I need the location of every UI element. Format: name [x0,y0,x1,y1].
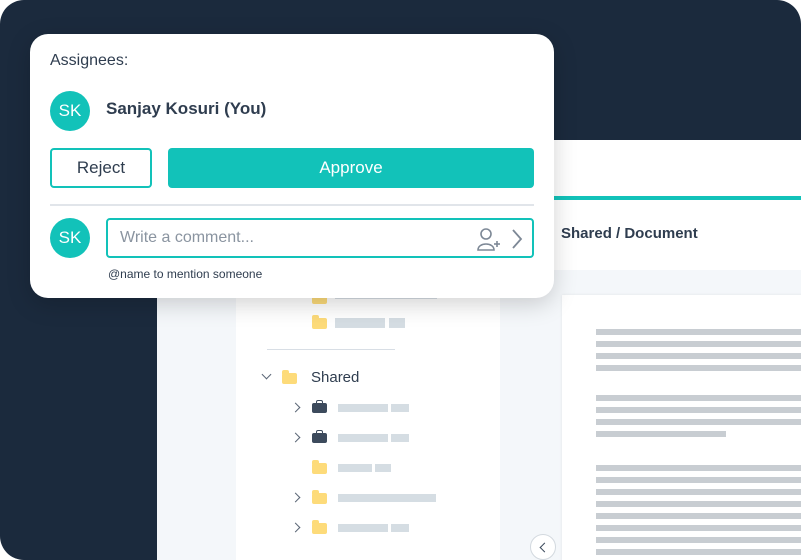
document-text-line [596,341,801,347]
document-text-line [596,419,801,425]
folder-icon [312,460,327,474]
document-text-line [596,329,801,335]
document-text-line [596,525,801,531]
document-text-line [596,477,801,483]
briefcase-icon [312,400,327,413]
document-text-line [596,395,801,401]
document-text-line [596,365,801,371]
folder-icon [312,315,327,329]
comment-box [106,218,534,258]
document-text-line [596,537,801,543]
tree-item-label-placeholder [338,464,372,472]
reject-button[interactable]: Reject [50,148,152,188]
tree-item-label-placeholder [391,434,409,442]
breadcrumb[interactable]: Shared / Document [561,225,698,242]
document-text-line [596,501,801,507]
document-text-line [596,407,801,413]
tree-item-label-placeholder [338,494,436,502]
document-text-line [596,431,726,437]
document-text-line [596,549,801,555]
assignees-label: Assignees: [50,52,129,69]
collapse-panel-button[interactable] [530,534,556,560]
approve-button[interactable]: Approve [168,148,534,188]
tree-item-label-placeholder [335,318,385,328]
chevron-right-icon[interactable] [510,228,524,250]
tree-item-label-placeholder [338,434,388,442]
folder-icon [312,490,327,504]
assignee-name: Sanjay Kosuri (You) [106,99,267,118]
folder-icon [312,520,327,534]
tree-item-label-placeholder [391,404,409,412]
tree-item-shared[interactable]: Shared [311,369,359,386]
document-text-line [596,513,801,519]
avatar: SK [50,91,90,131]
document-page [562,295,801,560]
tree-item-label-placeholder [391,524,409,532]
tree-item-label-placeholder [338,524,388,532]
chevron-left-icon [539,542,550,553]
mention-hint: @name to mention someone [108,267,263,281]
tree-item-label-placeholder [389,318,405,328]
document-text-line [596,465,801,471]
commenter-avatar: SK [50,218,90,258]
document-text-line [596,353,801,359]
document-text-line [596,489,801,495]
add-user-icon[interactable] [476,226,502,252]
approval-card: Assignees: SK Sanjay Kosuri (You) Reject… [30,34,554,298]
tree-divider [267,349,395,350]
folder-icon [282,370,297,384]
tree-item-label-placeholder [375,464,391,472]
comment-input[interactable] [120,226,460,250]
briefcase-icon [312,430,327,443]
tree-item-label-placeholder [338,404,388,412]
folder-tree-panel [236,270,500,560]
card-divider [50,204,534,206]
